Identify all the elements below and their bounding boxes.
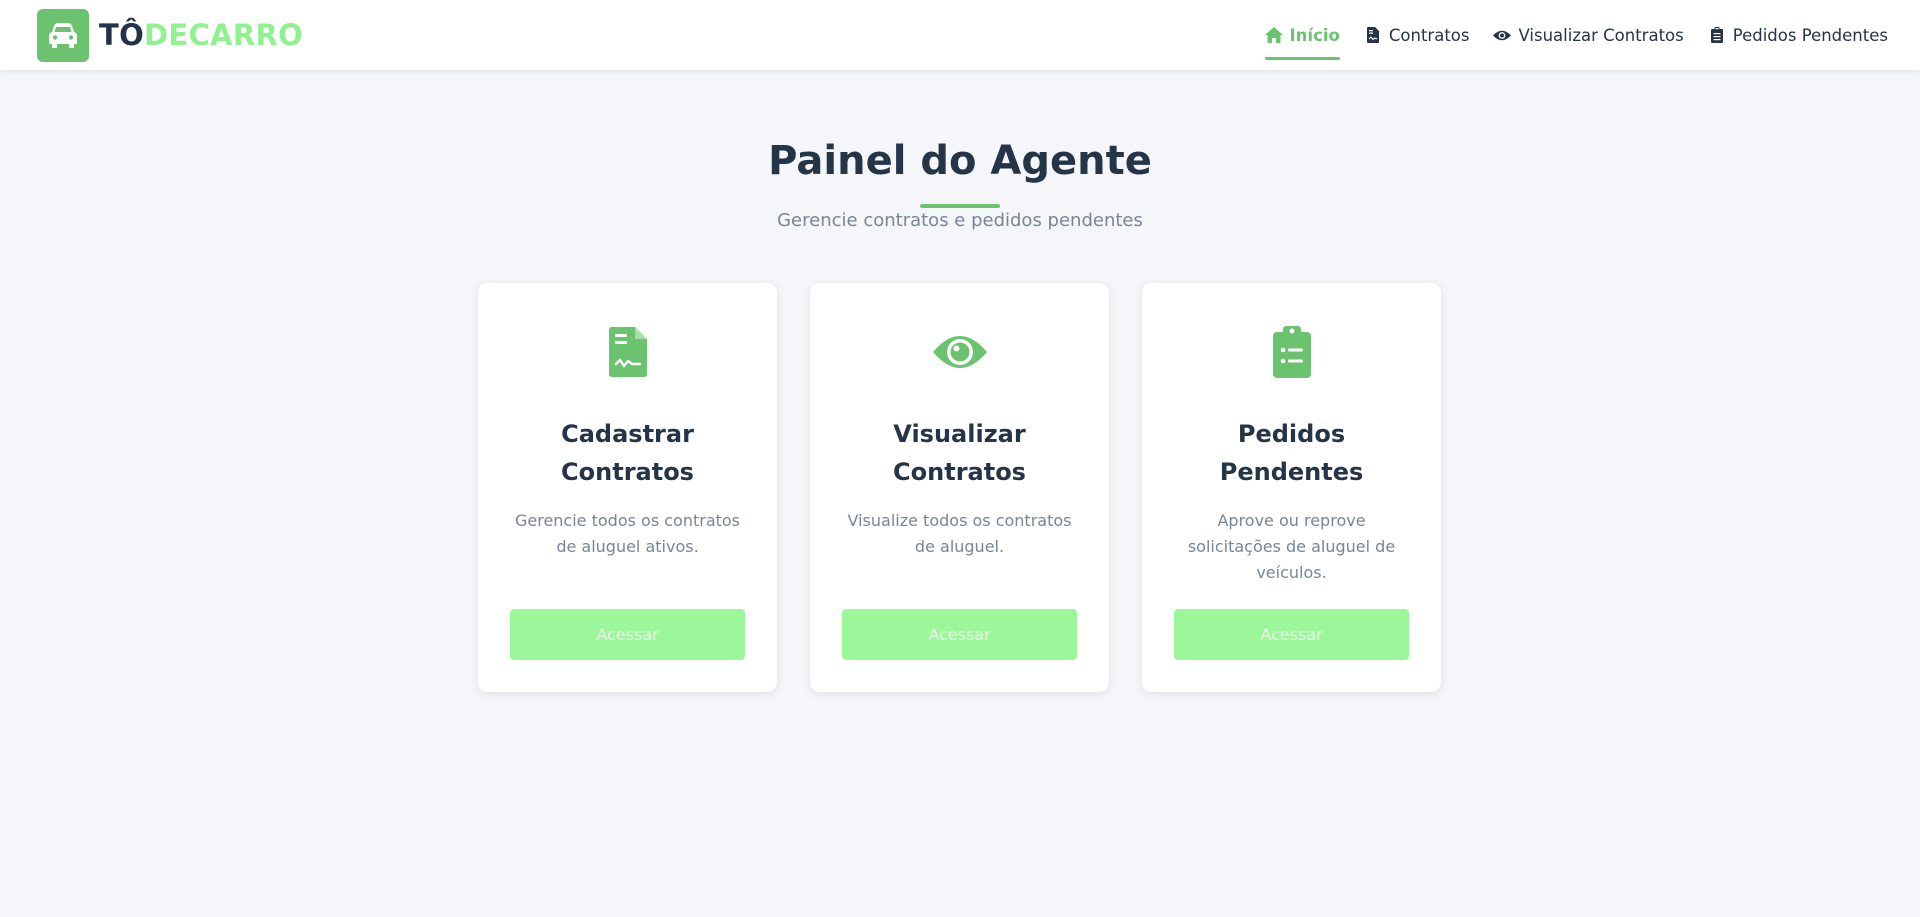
card-title: Visualizar Contratos: [830, 415, 1089, 491]
brand-name-part2: DECARRO: [144, 17, 304, 52]
file-contract-icon: [1364, 26, 1382, 44]
eye-icon: [1493, 26, 1512, 44]
card-cadastrar-contratos: Cadastrar Contratos Gerencie todos os co…: [478, 283, 777, 692]
nav-item-visualizar-contratos[interactable]: Visualizar Contratos: [1493, 0, 1684, 70]
title-underline: [920, 204, 1000, 208]
card-title-line2: Pendentes: [1219, 458, 1364, 486]
card-title-line2: Contratos: [893, 458, 1026, 486]
card-description: Aprove ou reprove solicitações de alugue…: [1187, 511, 1396, 582]
nav-item-label: Visualizar Contratos: [1518, 25, 1684, 45]
clipboard-icon: [1708, 26, 1726, 44]
navbar: TÔDECARRO Início Contratos Visualizar Co…: [0, 0, 1920, 70]
eye-icon: [810, 325, 1109, 379]
card-title-line2: Contratos: [561, 458, 694, 486]
brand-logo[interactable]: TÔDECARRO: [37, 8, 304, 62]
file-contract-icon: [478, 325, 777, 379]
card-title: Pedidos Pendentes: [1162, 415, 1421, 491]
nav-item-contratos[interactable]: Contratos: [1364, 0, 1470, 70]
card-title: Cadastrar Contratos: [498, 415, 757, 491]
card-title-line1: Pedidos: [1237, 420, 1346, 448]
card-description: Gerencie todos os contratos de aluguel a…: [514, 511, 741, 556]
brand-name-part1: TÔ: [99, 17, 145, 52]
nav-item-label: Início: [1289, 25, 1340, 45]
card-visualizar-contratos: Visualizar Contratos Visualize todos os …: [810, 283, 1109, 692]
car-icon: [37, 8, 89, 62]
card-title-line1: Visualizar: [893, 420, 1026, 448]
card-pedidos-pendentes: Pedidos Pendentes Aprove ou reprove soli…: [1142, 283, 1441, 692]
nav-item-inicio[interactable]: Início: [1264, 0, 1341, 70]
nav-item-label: Pedidos Pendentes: [1732, 25, 1888, 45]
page-subtitle: Gerencie contratos e pedidos pendentes: [777, 210, 1143, 231]
clipboard-list-icon: [1142, 325, 1441, 379]
acessar-button[interactable]: Acessar: [1174, 609, 1409, 660]
home-icon: [1264, 26, 1283, 44]
nav-item-pedidos-pendentes[interactable]: Pedidos Pendentes: [1708, 0, 1888, 70]
page-title: Painel do Agente: [768, 138, 1152, 184]
acessar-button[interactable]: Acessar: [510, 609, 745, 660]
card-description: Visualize todos os contratos de aluguel.: [847, 511, 1072, 556]
nav-item-label: Contratos: [1388, 25, 1470, 45]
brand-name: TÔDECARRO: [99, 17, 304, 52]
acessar-button[interactable]: Acessar: [842, 609, 1077, 660]
card-title-line1: Cadastrar: [561, 420, 694, 448]
main-nav: Início Contratos Visualizar Contratos Pe…: [1264, 0, 1888, 70]
